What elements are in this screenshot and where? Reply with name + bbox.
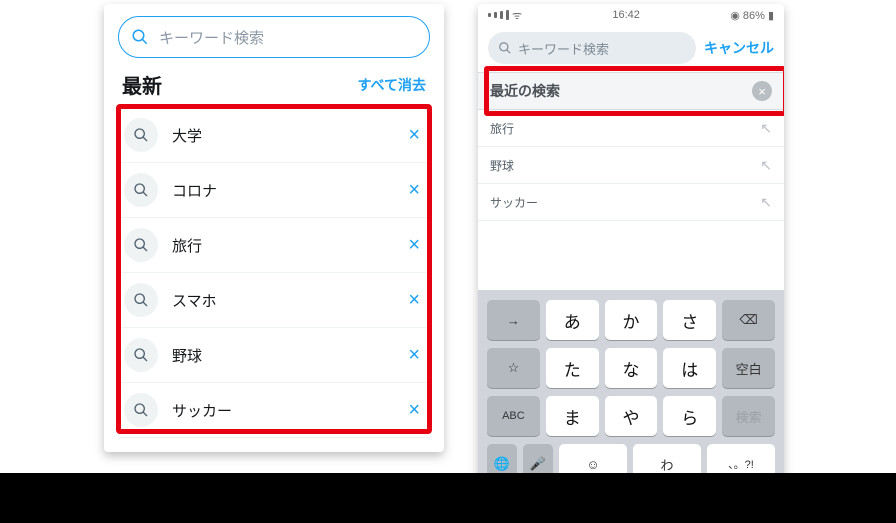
insert-arrow-icon[interactable]: ↖ bbox=[760, 194, 772, 211]
key-ka[interactable]: か bbox=[605, 300, 658, 340]
cancel-button[interactable]: キャンセル bbox=[704, 38, 774, 58]
recent-header: 最新 すべて消去 bbox=[104, 64, 444, 107]
search-placeholder: キーワード検索 bbox=[159, 27, 264, 48]
key-search[interactable]: 検索 bbox=[722, 396, 775, 436]
twitter-ios-panel: ᯤ 16:42 ◉ 86% ▮ キーワード検索 キャンセル 最近の検索 × 旅行… bbox=[478, 4, 784, 492]
key-space[interactable]: 空白 bbox=[722, 348, 775, 388]
key-ma[interactable]: ま bbox=[546, 396, 599, 436]
key-next-candidate[interactable]: → bbox=[487, 300, 540, 340]
list-item-label: 野球 bbox=[490, 157, 514, 174]
list-item[interactable]: 旅行 ↖ bbox=[478, 110, 784, 147]
key-undo[interactable]: ☆ bbox=[487, 348, 540, 388]
key-ya[interactable]: や bbox=[605, 396, 658, 436]
list-item[interactable]: サッカー ↖ bbox=[478, 184, 784, 221]
highlight-box bbox=[116, 104, 432, 434]
status-battery: ◉ 86% ▮ bbox=[730, 9, 774, 22]
search-input[interactable]: キーワード検索 bbox=[488, 32, 696, 64]
recent-searches-title: 最近の検索 bbox=[490, 81, 560, 101]
key-sa[interactable]: さ bbox=[663, 300, 716, 340]
list-item[interactable]: 野球 ↖ bbox=[478, 147, 784, 184]
signal-icon: ᯤ bbox=[488, 8, 522, 23]
clear-all-link[interactable]: すべて消去 bbox=[358, 75, 426, 95]
ios-keyboard: → あ か さ ⌫ ☆ た な は 空白 ABC ま や ら 検索 🌐 bbox=[478, 290, 784, 492]
search-row: キーワード検索 キャンセル bbox=[478, 26, 784, 72]
wifi-icon: ᯤ bbox=[512, 8, 522, 23]
key-a[interactable]: あ bbox=[546, 300, 599, 340]
key-ha[interactable]: は bbox=[663, 348, 716, 388]
key-ta[interactable]: た bbox=[546, 348, 599, 388]
list-item-label: 旅行 bbox=[490, 120, 514, 137]
search-placeholder: キーワード検索 bbox=[518, 39, 609, 58]
twitter-web-panel: キーワード検索 最新 すべて消去 大学 × コロナ × 旅行 × bbox=[104, 4, 444, 452]
search-icon bbox=[131, 28, 149, 46]
list-item-label: サッカー bbox=[490, 194, 538, 211]
key-delete[interactable]: ⌫ bbox=[722, 300, 775, 340]
status-time: 16:42 bbox=[612, 9, 640, 21]
insert-arrow-icon[interactable]: ↖ bbox=[760, 157, 772, 174]
clear-recent-button[interactable]: × bbox=[752, 81, 772, 101]
recent-searches-header: 最近の検索 × bbox=[478, 72, 784, 110]
key-na[interactable]: な bbox=[605, 348, 658, 388]
bottom-black-bar bbox=[0, 473, 896, 523]
key-ra[interactable]: ら bbox=[663, 396, 716, 436]
status-bar: ᯤ 16:42 ◉ 86% ▮ bbox=[478, 4, 784, 26]
recent-title: 最新 bbox=[122, 70, 162, 99]
insert-arrow-icon[interactable]: ↖ bbox=[760, 120, 772, 137]
search-input[interactable]: キーワード検索 bbox=[118, 16, 430, 58]
key-abc[interactable]: ABC bbox=[487, 396, 540, 436]
search-icon bbox=[498, 41, 512, 55]
